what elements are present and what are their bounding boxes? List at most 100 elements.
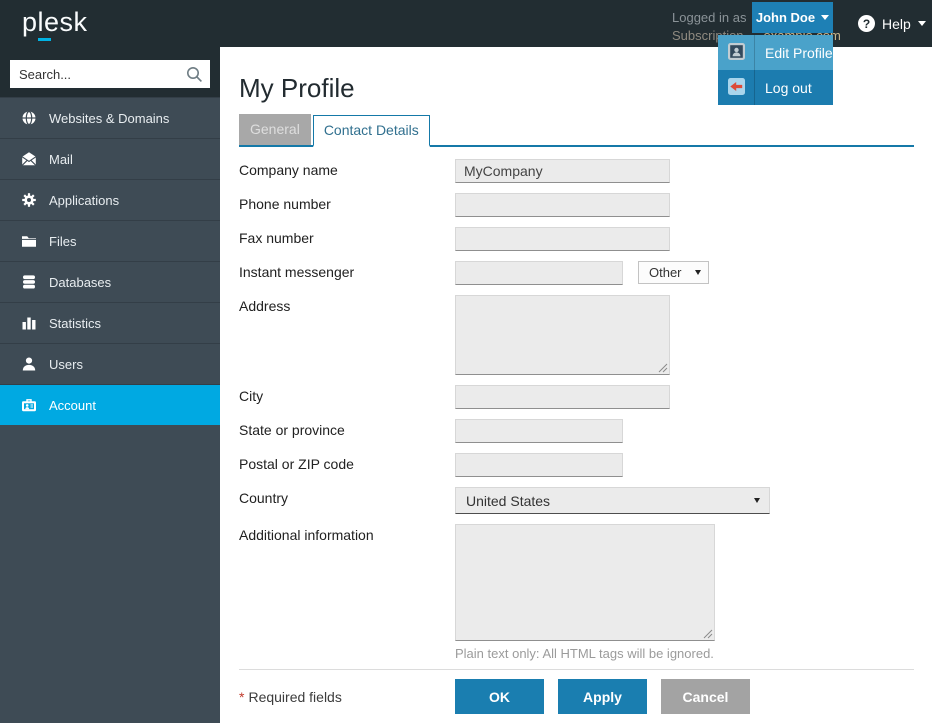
- help-menu-button[interactable]: ? Help: [858, 15, 926, 32]
- sidebar-item-statistics[interactable]: Statistics: [0, 302, 220, 343]
- tab-contact-details[interactable]: Contact Details: [313, 115, 430, 147]
- fax-number-label: Fax number: [239, 227, 455, 251]
- form-row-phone-number: Phone number: [239, 193, 914, 217]
- form-footer: *Required fields OK Apply Cancel: [239, 679, 914, 714]
- mail-icon: [21, 151, 37, 167]
- sidebar: Websites & Domains Mail Applications Fil…: [0, 47, 220, 723]
- instant-messenger-field[interactable]: [455, 261, 623, 285]
- cancel-button[interactable]: Cancel: [661, 679, 750, 714]
- form-row-country: Country United States: [239, 487, 914, 514]
- globe-icon: [21, 110, 37, 126]
- country-selected: United States: [466, 493, 550, 509]
- sidebar-item-users[interactable]: Users: [0, 343, 220, 384]
- fax-number-field[interactable]: [455, 227, 670, 251]
- sidebar-item-label: Applications: [49, 193, 119, 208]
- required-fields-text: Required fields: [248, 689, 341, 705]
- additional-info-label: Additional information: [239, 524, 455, 661]
- additional-info-textarea[interactable]: [455, 524, 715, 641]
- postal-code-label: Postal or ZIP code: [239, 453, 455, 477]
- caret-down-icon: [821, 15, 829, 20]
- search-icon: [186, 66, 203, 88]
- sidebar-item-label: Statistics: [49, 316, 101, 331]
- user-name: John Doe: [756, 10, 815, 25]
- search-input[interactable]: [10, 60, 210, 88]
- user-dropdown-menu: Edit Profile Log out: [718, 35, 833, 105]
- logout-icon: [728, 78, 745, 98]
- form-row-fax-number: Fax number: [239, 227, 914, 251]
- ok-button[interactable]: OK: [455, 679, 544, 714]
- menu-icon-cell: [718, 70, 755, 105]
- caret-down-icon: [695, 270, 701, 275]
- sidebar-search-area: [0, 47, 220, 97]
- form-row-company-name: Company name: [239, 159, 914, 183]
- plain-text-hint: Plain text only: All HTML tags will be i…: [455, 646, 715, 661]
- required-fields-note: *Required fields: [239, 679, 455, 714]
- logged-in-as-label: Logged in as: [672, 10, 746, 25]
- state-label: State or province: [239, 419, 455, 443]
- instant-messenger-label: Instant messenger: [239, 261, 455, 285]
- plesk-logo-underscore: [38, 38, 51, 41]
- database-icon: [21, 274, 37, 290]
- sidebar-item-label: Websites & Domains: [49, 111, 169, 126]
- messenger-type-selected: Other: [649, 265, 682, 280]
- sidebar-item-label: Mail: [49, 152, 73, 167]
- form-row-state: State or province: [239, 419, 914, 443]
- phone-number-label: Phone number: [239, 193, 455, 217]
- form-row-address: Address: [239, 295, 914, 375]
- company-name-label: Company name: [239, 159, 455, 183]
- tab-bar: General Contact Details: [239, 114, 914, 147]
- gear-icon: [21, 192, 37, 208]
- company-name-field[interactable]: [455, 159, 670, 183]
- resize-handle-icon[interactable]: [703, 629, 713, 639]
- sidebar-item-applications[interactable]: Applications: [0, 179, 220, 220]
- menu-icon-cell: [718, 35, 755, 70]
- bar-chart-icon: [21, 315, 37, 331]
- postal-code-field[interactable]: [455, 453, 623, 477]
- sidebar-item-label: Files: [49, 234, 76, 249]
- sidebar-item-files[interactable]: Files: [0, 220, 220, 261]
- menu-item-log-out[interactable]: Log out: [718, 70, 833, 105]
- resize-handle-icon[interactable]: [658, 363, 668, 373]
- city-field[interactable]: [455, 385, 670, 409]
- menu-item-edit-profile[interactable]: Edit Profile: [718, 35, 833, 70]
- caret-down-icon: [918, 21, 926, 26]
- country-label: Country: [239, 487, 455, 514]
- form-row-additional-info: Additional information Plain text only: …: [239, 524, 914, 661]
- sidebar-item-label: Users: [49, 357, 83, 372]
- sidebar-item-databases[interactable]: Databases: [0, 261, 220, 302]
- briefcase-badge-icon: [21, 397, 37, 413]
- messenger-type-select[interactable]: Other: [638, 261, 709, 284]
- folder-icon: [21, 233, 37, 249]
- city-label: City: [239, 385, 455, 409]
- user-icon: [21, 356, 37, 372]
- edit-profile-icon: [728, 43, 745, 63]
- form-row-instant-messenger: Instant messenger Other: [239, 261, 914, 285]
- address-textarea[interactable]: [455, 295, 670, 375]
- phone-number-field[interactable]: [455, 193, 670, 217]
- help-question-icon: ?: [858, 15, 875, 32]
- logout-label: Log out: [755, 70, 812, 105]
- search-box: [10, 60, 210, 88]
- form-row-city: City: [239, 385, 914, 409]
- sidebar-item-account[interactable]: Account: [0, 384, 220, 425]
- plesk-logo-text: plesk: [22, 7, 88, 37]
- help-label: Help: [882, 16, 911, 32]
- sidebar-item-mail[interactable]: Mail: [0, 138, 220, 179]
- footer-divider: [239, 669, 914, 670]
- apply-button[interactable]: Apply: [558, 679, 647, 714]
- country-select[interactable]: United States: [455, 487, 770, 514]
- edit-profile-label: Edit Profile: [755, 35, 833, 70]
- sidebar-item-websites-domains[interactable]: Websites & Domains: [0, 97, 220, 138]
- caret-down-icon: [754, 498, 760, 503]
- form-row-postal: Postal or ZIP code: [239, 453, 914, 477]
- plesk-logo: plesk: [22, 7, 88, 38]
- user-menu-button[interactable]: John Doe: [752, 2, 833, 33]
- main-content: My Profile General Contact Details Compa…: [220, 47, 932, 723]
- tab-general[interactable]: General: [239, 114, 311, 145]
- state-field[interactable]: [455, 419, 623, 443]
- address-label: Address: [239, 295, 455, 375]
- required-asterisk: *: [239, 689, 244, 705]
- contact-details-form: Company name Phone number Fax number Ins…: [239, 159, 914, 661]
- sidebar-item-label: Databases: [49, 275, 111, 290]
- sidebar-item-label: Account: [49, 398, 96, 413]
